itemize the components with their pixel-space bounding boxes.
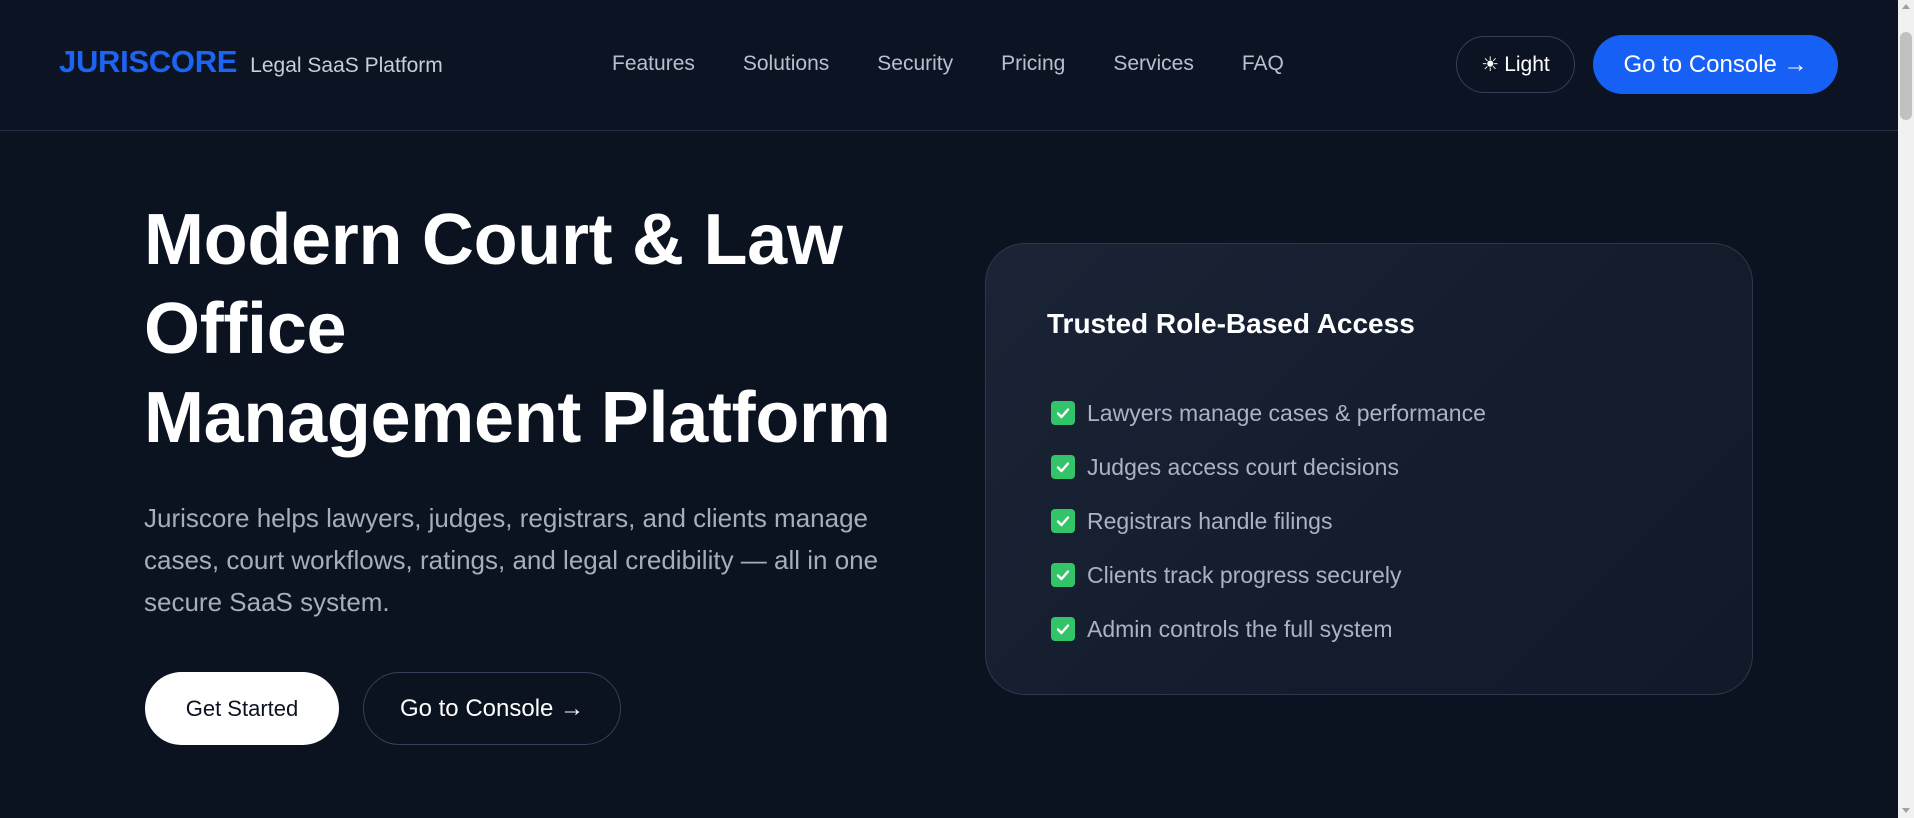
list-item-label: Registrars handle filings	[1087, 507, 1333, 534]
nav-link-features[interactable]: Features	[612, 52, 695, 76]
get-started-button[interactable]: Get Started	[145, 672, 339, 745]
scroll-up-arrow-icon[interactable]	[1902, 4, 1910, 9]
list-item-label: Judges access court decisions	[1087, 453, 1399, 480]
list-item: Lawyers manage cases & performance	[1051, 386, 1486, 440]
main-nav: Features Solutions Security Pricing Serv…	[612, 52, 1284, 76]
scrollbar-thumb[interactable]	[1900, 32, 1912, 120]
check-icon	[1051, 401, 1075, 425]
nav-link-security[interactable]: Security	[877, 52, 953, 76]
hero-title-line: Office	[144, 289, 347, 369]
card-title: Trusted Role-Based Access	[1047, 308, 1415, 339]
go-to-console-button[interactable]: Go to Console →	[1593, 35, 1838, 94]
check-icon	[1051, 509, 1075, 533]
list-item: Clients track progress securely	[1051, 548, 1486, 602]
brand-tagline: Legal SaaS Platform	[250, 54, 443, 77]
scroll-down-arrow-icon[interactable]	[1902, 808, 1910, 813]
check-icon	[1051, 617, 1075, 641]
list-item-label: Lawyers manage cases & performance	[1087, 399, 1486, 426]
theme-toggle-button[interactable]: ☀ Light	[1456, 36, 1575, 93]
hero-title: Modern Court & Law Office Management Pla…	[144, 196, 924, 463]
check-icon	[1051, 563, 1075, 587]
hero-go-to-console-button[interactable]: Go to Console →	[363, 672, 621, 745]
hero-description: Juriscore helps lawyers, judges, registr…	[144, 503, 879, 617]
list-item: Judges access court decisions	[1051, 440, 1486, 494]
theme-toggle-label: Light	[1504, 52, 1550, 76]
brand-logo-text[interactable]: JURISCORE	[59, 44, 237, 80]
list-item-label: Clients track progress securely	[1087, 561, 1402, 588]
top-navbar: JURISCORE Legal SaaS Platform Features S…	[0, 0, 1898, 131]
landing-page: JURISCORE Legal SaaS Platform Features S…	[0, 0, 1914, 818]
list-item: Admin controls the full system	[1051, 602, 1486, 656]
hero-title-line: Management Platform	[144, 378, 891, 458]
nav-link-faq[interactable]: FAQ	[1242, 52, 1284, 76]
nav-link-services[interactable]: Services	[1113, 52, 1194, 76]
list-item: Registrars handle filings	[1051, 494, 1486, 548]
hero-title-line: Modern Court & Law	[144, 200, 843, 280]
nav-link-solutions[interactable]: Solutions	[743, 52, 829, 76]
brand[interactable]: JURISCORE Legal SaaS Platform	[59, 44, 443, 80]
sun-icon: ☀	[1481, 54, 1500, 76]
nav-link-pricing[interactable]: Pricing	[1001, 52, 1065, 76]
check-icon	[1051, 455, 1075, 479]
role-list: Lawyers manage cases & performance Judge…	[1051, 386, 1486, 656]
role-access-card: Trusted Role-Based Access Lawyers manage…	[985, 243, 1753, 695]
list-item-label: Admin controls the full system	[1087, 615, 1393, 642]
vertical-scrollbar[interactable]	[1898, 0, 1914, 818]
